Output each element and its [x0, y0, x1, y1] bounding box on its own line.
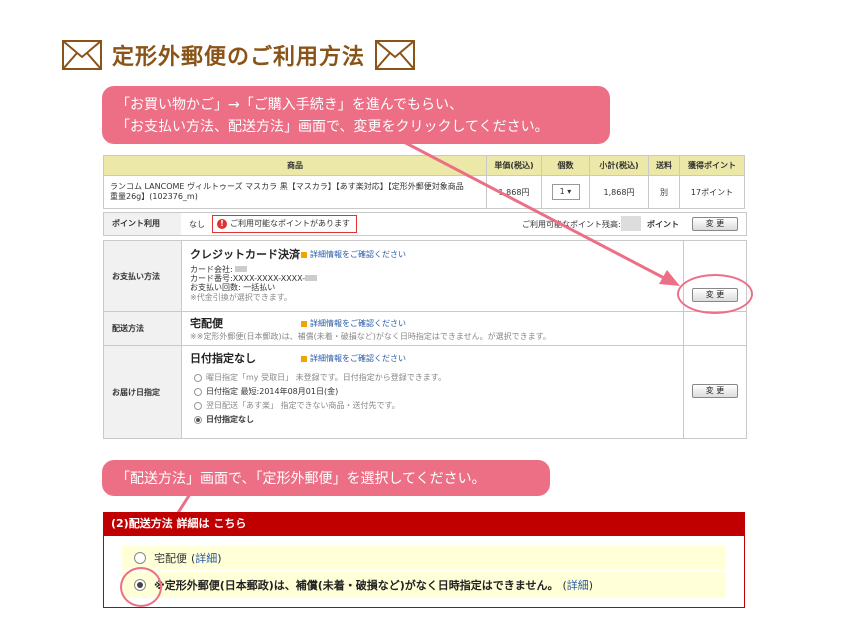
shipping-option-teikeigai[interactable]: ※定形外郵便(日本郵政)は、補償(未着・破損など)がなく日時指定はできません。 …: [122, 572, 726, 598]
details-link[interactable]: 詳細: [567, 577, 589, 593]
highlight-ring: [677, 274, 753, 314]
details-link[interactable]: 詳細: [195, 550, 217, 566]
shipping-option-takuhaibin[interactable]: 宅配便 ( 詳細 ): [122, 546, 726, 570]
option-label: 宅配便: [154, 552, 187, 565]
option-paren: ): [588, 578, 594, 592]
instruction-callout: 「配送方法」画面で、「定形外郵便」を選択してください。: [102, 460, 550, 496]
shipping-options: 宅配便 ( 詳細 ) ※定形外郵便(日本郵政)は、補償(未着・破損など)がなく日…: [103, 536, 745, 608]
highlight-ring: [120, 567, 162, 607]
shipping-section-header: (2)配送方法 詳細は こちら: [103, 512, 745, 536]
radio-icon: [134, 552, 146, 564]
option-paren: ): [217, 551, 222, 565]
option-label: ※定形外郵便(日本郵政)は、補償(未着・破損など)がなく日時指定はできません。: [154, 579, 559, 592]
callout-text: 「配送方法」画面で、「定形外郵便」を選択してください。: [116, 471, 486, 487]
